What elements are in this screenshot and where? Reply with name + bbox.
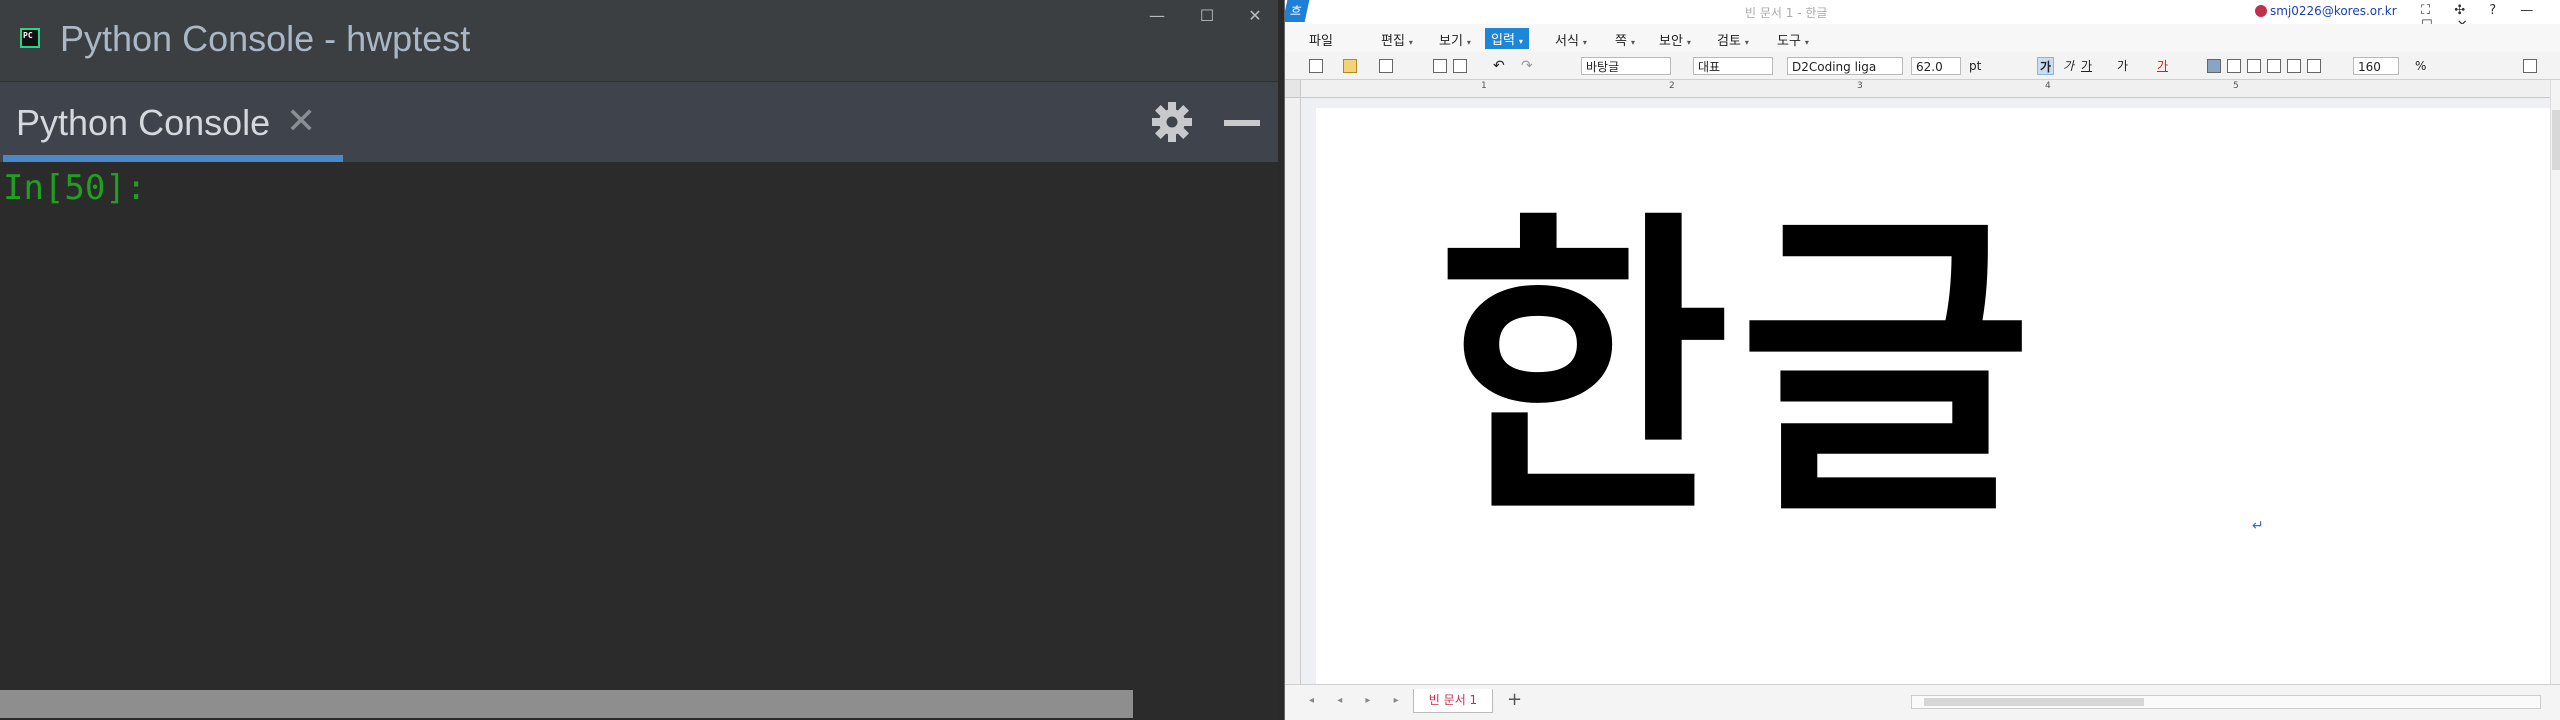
menu-page[interactable]: 쪽 ▾: [1615, 30, 1635, 49]
menu-label: 도구: [1777, 34, 1801, 49]
redo-icon[interactable]: ↷: [1521, 57, 1533, 75]
ruler-number: 4: [2045, 81, 2051, 91]
align-justify-icon[interactable]: [2207, 59, 2221, 73]
ruler-number: 1: [1481, 81, 1487, 91]
window-title: Python Console - hwptest: [60, 18, 471, 59]
font-select[interactable]: D2Coding liga: [1787, 57, 1903, 75]
menu-label: 파일: [1309, 34, 1333, 49]
menu-format[interactable]: 서식 ▾: [1555, 30, 1587, 49]
close-button[interactable]: ✕: [1238, 2, 1272, 30]
gear-icon[interactable]: [1150, 100, 1194, 144]
dropdown-arrow-icon: ▾: [1582, 38, 1587, 47]
print-icon[interactable]: [1433, 59, 1447, 73]
formatting-toolbar: ↶ ↷ 바탕글 대표 D2Coding liga 62.0 pt 가 가 가 가…: [1285, 52, 2560, 80]
hwp-window: 흐 빈 문서 1 - 한글 smj0226@kores.or.kr ⛶ ✣ ? …: [1284, 0, 2560, 720]
scrollbar-thumb[interactable]: [2552, 110, 2560, 170]
pycharm-app-icon: [20, 28, 40, 48]
dropdown-arrow-icon: ▾: [1804, 38, 1809, 47]
menu-review[interactable]: 검토 ▾: [1717, 30, 1749, 49]
save-icon[interactable]: [1379, 59, 1393, 73]
python-console-window: Python Console - hwptest — ☐ ✕ Python Co…: [0, 0, 1278, 720]
dropdown-arrow-icon: ▾: [1466, 38, 1471, 47]
document-area[interactable]: 한글 ↵: [1301, 98, 2550, 698]
language-select[interactable]: 대표: [1693, 57, 1773, 75]
paragraph-mark: ↵: [2252, 518, 2264, 534]
preview-icon[interactable]: [1453, 59, 1467, 73]
add-tab-button[interactable]: +: [1507, 689, 1522, 710]
console-prompt[interactable]: In[50]:: [3, 168, 146, 208]
hwp-title-bar: 흐 빈 문서 1 - 한글 smj0226@kores.or.kr ⛶ ✣ ? …: [1285, 0, 2560, 33]
vertical-ruler[interactable]: [1285, 98, 1301, 684]
align-distribute-icon[interactable]: [2287, 59, 2301, 73]
menu-label: 보안: [1659, 34, 1683, 49]
tab-python-console[interactable]: Python Console ✕: [0, 82, 343, 162]
hide-panel-icon[interactable]: [1224, 120, 1260, 126]
document-title: 빈 문서 1 - 한글: [1745, 6, 1828, 20]
horizontal-scrollbar[interactable]: [0, 690, 1133, 718]
zoom-input[interactable]: 160: [2353, 57, 2399, 75]
ruler-corner[interactable]: [1285, 80, 1301, 98]
document-text[interactable]: 한글: [1436, 162, 2041, 582]
page-nav-arrows[interactable]: ◂ ◂ ▸ ▸: [1309, 695, 1409, 706]
ruler-number: 2: [1669, 81, 1675, 91]
font-size-unit[interactable]: pt: [1969, 57, 1981, 75]
horizontal-scrollbar[interactable]: [1911, 695, 2541, 709]
style-select[interactable]: 바탕글: [1581, 57, 1671, 75]
font-color-button[interactable]: 가: [2157, 57, 2168, 75]
console-title-bar: Python Console - hwptest — ☐ ✕: [0, 0, 1278, 82]
align-left-icon[interactable]: [2227, 59, 2241, 73]
minimize-button[interactable]: —: [1140, 2, 1174, 30]
hwp-logo-icon[interactable]: 흐: [1285, 0, 1310, 22]
tab-close-icon[interactable]: ✕: [286, 100, 316, 142]
console-tab-bar: Python Console ✕: [0, 82, 1278, 162]
ruler-number: 5: [2233, 81, 2239, 91]
user-avatar-icon: [2255, 5, 2267, 17]
menu-label: 서식: [1555, 34, 1579, 49]
menu-edit[interactable]: 편집 ▾: [1381, 30, 1413, 49]
maximize-button[interactable]: ☐: [1190, 2, 1224, 30]
document-tab[interactable]: 빈 문서 1: [1413, 689, 1493, 713]
underline-button[interactable]: 가: [2081, 57, 2092, 75]
menu-label: 입력: [1491, 33, 1515, 48]
menu-label: 편집: [1381, 34, 1405, 49]
align-split-icon[interactable]: [2307, 59, 2321, 73]
dropdown-arrow-icon: ▾: [1630, 38, 1635, 47]
menu-file[interactable]: 파일: [1309, 30, 1333, 49]
horizontal-ruler[interactable]: 1 2 3 4 5: [1301, 80, 2551, 98]
font-size-input[interactable]: 62.0: [1911, 57, 1961, 75]
status-bar: ◂ ◂ ▸ ▸ 빈 문서 1 +: [1285, 684, 2560, 720]
menu-bar: 파일 편집 ▾ 보기 ▾ 입력 ▾ 서식 ▾ 쪽 ▾ 보안 ▾ 검토 ▾ 도구 ▾: [1285, 24, 2560, 52]
menu-label: 검토: [1717, 34, 1741, 49]
strikethrough-button[interactable]: 가: [2117, 57, 2128, 75]
undo-icon[interactable]: ↶: [1493, 57, 1505, 75]
bold-button[interactable]: 가: [2037, 57, 2055, 75]
open-folder-icon[interactable]: [1343, 59, 1357, 73]
view-options-icon[interactable]: [2523, 59, 2537, 73]
dropdown-arrow-icon: ▾: [1408, 38, 1413, 47]
vertical-scrollbar[interactable]: [2550, 80, 2560, 684]
dropdown-arrow-icon: ▾: [1744, 38, 1749, 47]
align-center-icon[interactable]: [2247, 59, 2261, 73]
menu-security[interactable]: 보안 ▾: [1659, 30, 1691, 49]
scrollbar-thumb[interactable]: [1924, 698, 2144, 706]
dropdown-arrow-icon: ▾: [1686, 38, 1691, 47]
menu-view[interactable]: 보기 ▾: [1439, 30, 1471, 49]
zoom-unit[interactable]: %: [2415, 57, 2426, 75]
ruler-number: 3: [1857, 81, 1863, 91]
new-document-icon[interactable]: [1309, 59, 1323, 73]
menu-insert[interactable]: 입력 ▾: [1485, 28, 1529, 49]
italic-button[interactable]: 가: [2063, 57, 2074, 75]
tab-label: Python Console: [16, 102, 271, 143]
align-right-icon[interactable]: [2267, 59, 2281, 73]
document-page[interactable]: 한글 ↵: [1316, 108, 2550, 698]
menu-label: 보기: [1439, 34, 1463, 49]
menu-label: 쪽: [1615, 34, 1627, 49]
menu-tools[interactable]: 도구 ▾: [1777, 30, 1809, 49]
user-email: smj0226@kores.or.kr: [2270, 4, 2397, 18]
user-account[interactable]: smj0226@kores.or.kr: [2255, 4, 2397, 18]
dropdown-arrow-icon: ▾: [1518, 37, 1523, 46]
active-tab-indicator: [3, 155, 343, 162]
